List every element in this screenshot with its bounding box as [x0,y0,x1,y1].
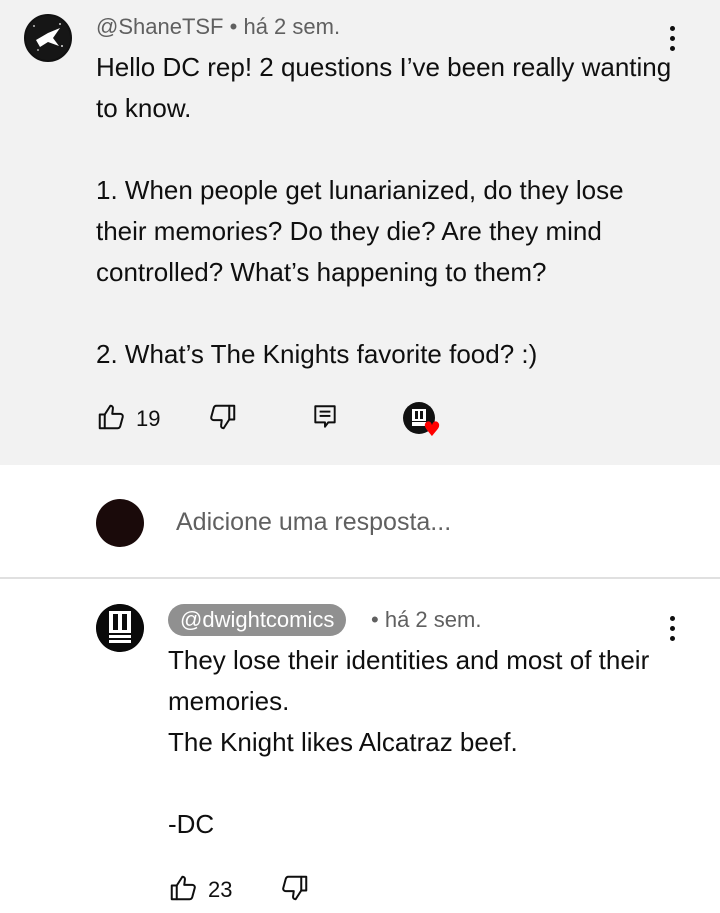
dc-logo-icon [96,604,144,652]
like-icon[interactable] [168,873,198,903]
like-count: 19 [136,406,161,431]
reply-text: They lose their identities and most of t… [168,645,650,839]
reply-author-chip[interactable]: @dwightcomics [168,604,347,636]
creator-heart-icon: ♥ [403,402,445,442]
user-avatar [96,499,144,547]
shane-avatar-image [26,16,70,60]
divider [0,577,720,579]
dislike-icon[interactable] [208,402,238,432]
meta-separator: • [229,14,238,39]
shane-avatar[interactable] [24,14,72,62]
like-icon[interactable] [96,402,126,432]
like-count: 23 [208,877,233,902]
reply-meta: • há 2 sem. [371,607,481,633]
dwightcomics-avatar[interactable] [96,604,144,652]
heart-icon: ♥ [423,417,441,441]
top-comment: @ShaneTSF • há 2 sem. Hello DC rep! 2 qu… [0,0,720,465]
dislike-icon[interactable] [280,873,310,903]
comment-author[interactable]: @ShaneTSF [96,14,224,39]
comment-time: há 2 sem. [243,14,341,39]
comment-text: Hello DC rep! 2 questions I’ve been real… [96,52,672,369]
add-reply-input[interactable]: Adicione uma resposta... [176,508,451,537]
reply-time: há 2 sem. [384,607,482,632]
meta-separator: • [371,607,379,632]
comment-meta: @ShaneTSF • há 2 sem. [96,14,340,40]
reply-icon[interactable] [312,403,338,431]
